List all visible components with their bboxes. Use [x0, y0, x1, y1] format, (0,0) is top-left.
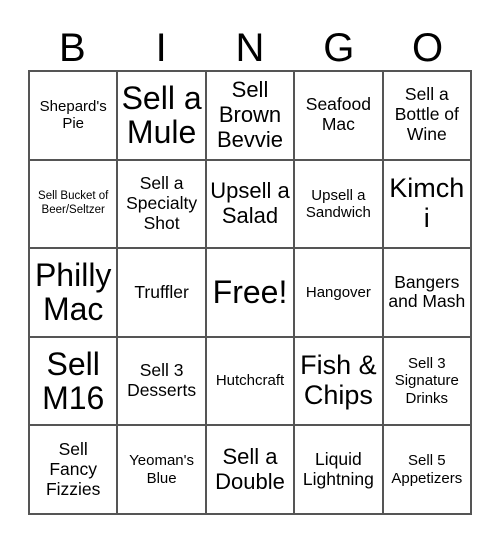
bingo-cell-label: Fish & Chips	[300, 350, 377, 411]
bingo-cell[interactable]: Sell Fancy Fizzies	[30, 426, 119, 515]
bingo-cell-label: Sell 3 Desserts	[127, 360, 197, 401]
bingo-header-letter-n: N	[235, 26, 265, 70]
bingo-cell-label: Bangers and Mash	[388, 271, 466, 312]
bingo-cell-label: Truffler	[134, 281, 189, 302]
bingo-cell[interactable]: Upsell a Salad	[206, 160, 296, 250]
bingo-grid: Shepard's Pie Sell a Mule Sell Brown Bevvi…	[28, 70, 472, 515]
bingo-cell[interactable]: Hangover	[295, 249, 384, 338]
bingo-cell[interactable]: Sell a Specialty Shot	[118, 160, 207, 250]
bingo-cell-label: Sell a Bottle of Wine	[394, 84, 459, 145]
bingo-cell-label: Shepard's Pie	[39, 98, 107, 133]
bingo-cell[interactable]: Shepard's Pie	[30, 72, 119, 161]
bingo-cell[interactable]: Sell Bucket of Beer/Seltzer	[30, 160, 119, 250]
bingo-cell[interactable]: Bangers and Mash	[383, 249, 472, 338]
bingo-cell-label: Sell Bucket of Beer/Seltzer	[38, 190, 109, 216]
bingo-cell[interactable]: Sell 3 Desserts	[118, 337, 207, 427]
bingo-cell-label: Upsell a Salad	[210, 178, 290, 228]
bingo-cell-label: Sell 3 Signature Drinks	[394, 355, 459, 407]
bingo-cell[interactable]: Sell a Bottle of Wine	[383, 72, 472, 161]
bingo-cell[interactable]: Fish & Chips	[295, 337, 384, 427]
bingo-header-letter-o: O	[412, 26, 444, 70]
bingo-cell-label: Seafood Mac	[305, 94, 371, 135]
bingo-cell[interactable]: Philly Mac	[30, 249, 119, 338]
bingo-cell-label: Liquid Lightning	[302, 448, 374, 489]
bingo-cell[interactable]: Liquid Lightning	[295, 426, 384, 515]
bingo-cell[interactable]: Kimchi	[383, 160, 472, 250]
bingo-cell-label: Upsell a Sandwich	[305, 186, 371, 221]
bingo-cell-label: Hangover	[305, 283, 371, 301]
bingo-cell-label: Sell a Double	[215, 444, 285, 494]
bingo-cell-label: Sell Brown Bevvie	[216, 77, 284, 152]
bingo-cell[interactable]: Truffler	[118, 249, 207, 338]
bingo-cell[interactable]: Yeoman's Blue	[118, 426, 207, 515]
bingo-cell-label: Sell M16	[42, 345, 105, 417]
bingo-header-letter-i: I	[155, 26, 167, 70]
bingo-cell-label: Hutchcraft	[215, 372, 285, 390]
bingo-cell[interactable]: Sell M16	[30, 337, 119, 427]
bingo-cell-label: Yeoman's Blue	[129, 452, 195, 487]
bingo-cell-label: Kimchi	[389, 173, 465, 233]
bingo-cell[interactable]: Hutchcraft	[206, 337, 296, 427]
bingo-cell-label: Free!	[212, 274, 288, 311]
bingo-header-letter-b: B	[59, 26, 86, 70]
bingo-cell-free-space[interactable]: Free!	[206, 249, 296, 338]
bingo-header-row: BINGO	[28, 22, 472, 70]
bingo-cell-label: Philly Mac	[34, 256, 112, 328]
bingo-cell[interactable]: Seafood Mac	[295, 72, 384, 161]
bingo-header-letter-g: G	[323, 26, 355, 70]
bingo-cell[interactable]: Sell a Double	[206, 426, 296, 515]
bingo-cell[interactable]: Sell 3 Signature Drinks	[383, 337, 472, 427]
bingo-cell-label: Sell a Mule	[121, 79, 202, 151]
bingo-cell-label: Sell Fancy Fizzies	[45, 438, 101, 499]
bingo-cell[interactable]: Sell Brown Bevvie	[206, 72, 296, 161]
bingo-cell[interactable]: Upsell a Sandwich	[295, 160, 384, 250]
bingo-cell[interactable]: Sell 5 Appetizers	[383, 426, 472, 515]
bingo-cell-label: Sell 5 Appetizers	[391, 452, 463, 487]
bingo-card: B I N G O Shepard's Pie Sell a Mule Sell Brown…	[0, 0, 500, 544]
bingo-cell[interactable]: Sell a Mule	[118, 72, 207, 161]
bingo-cell-label: Sell a Specialty Shot	[126, 172, 198, 233]
